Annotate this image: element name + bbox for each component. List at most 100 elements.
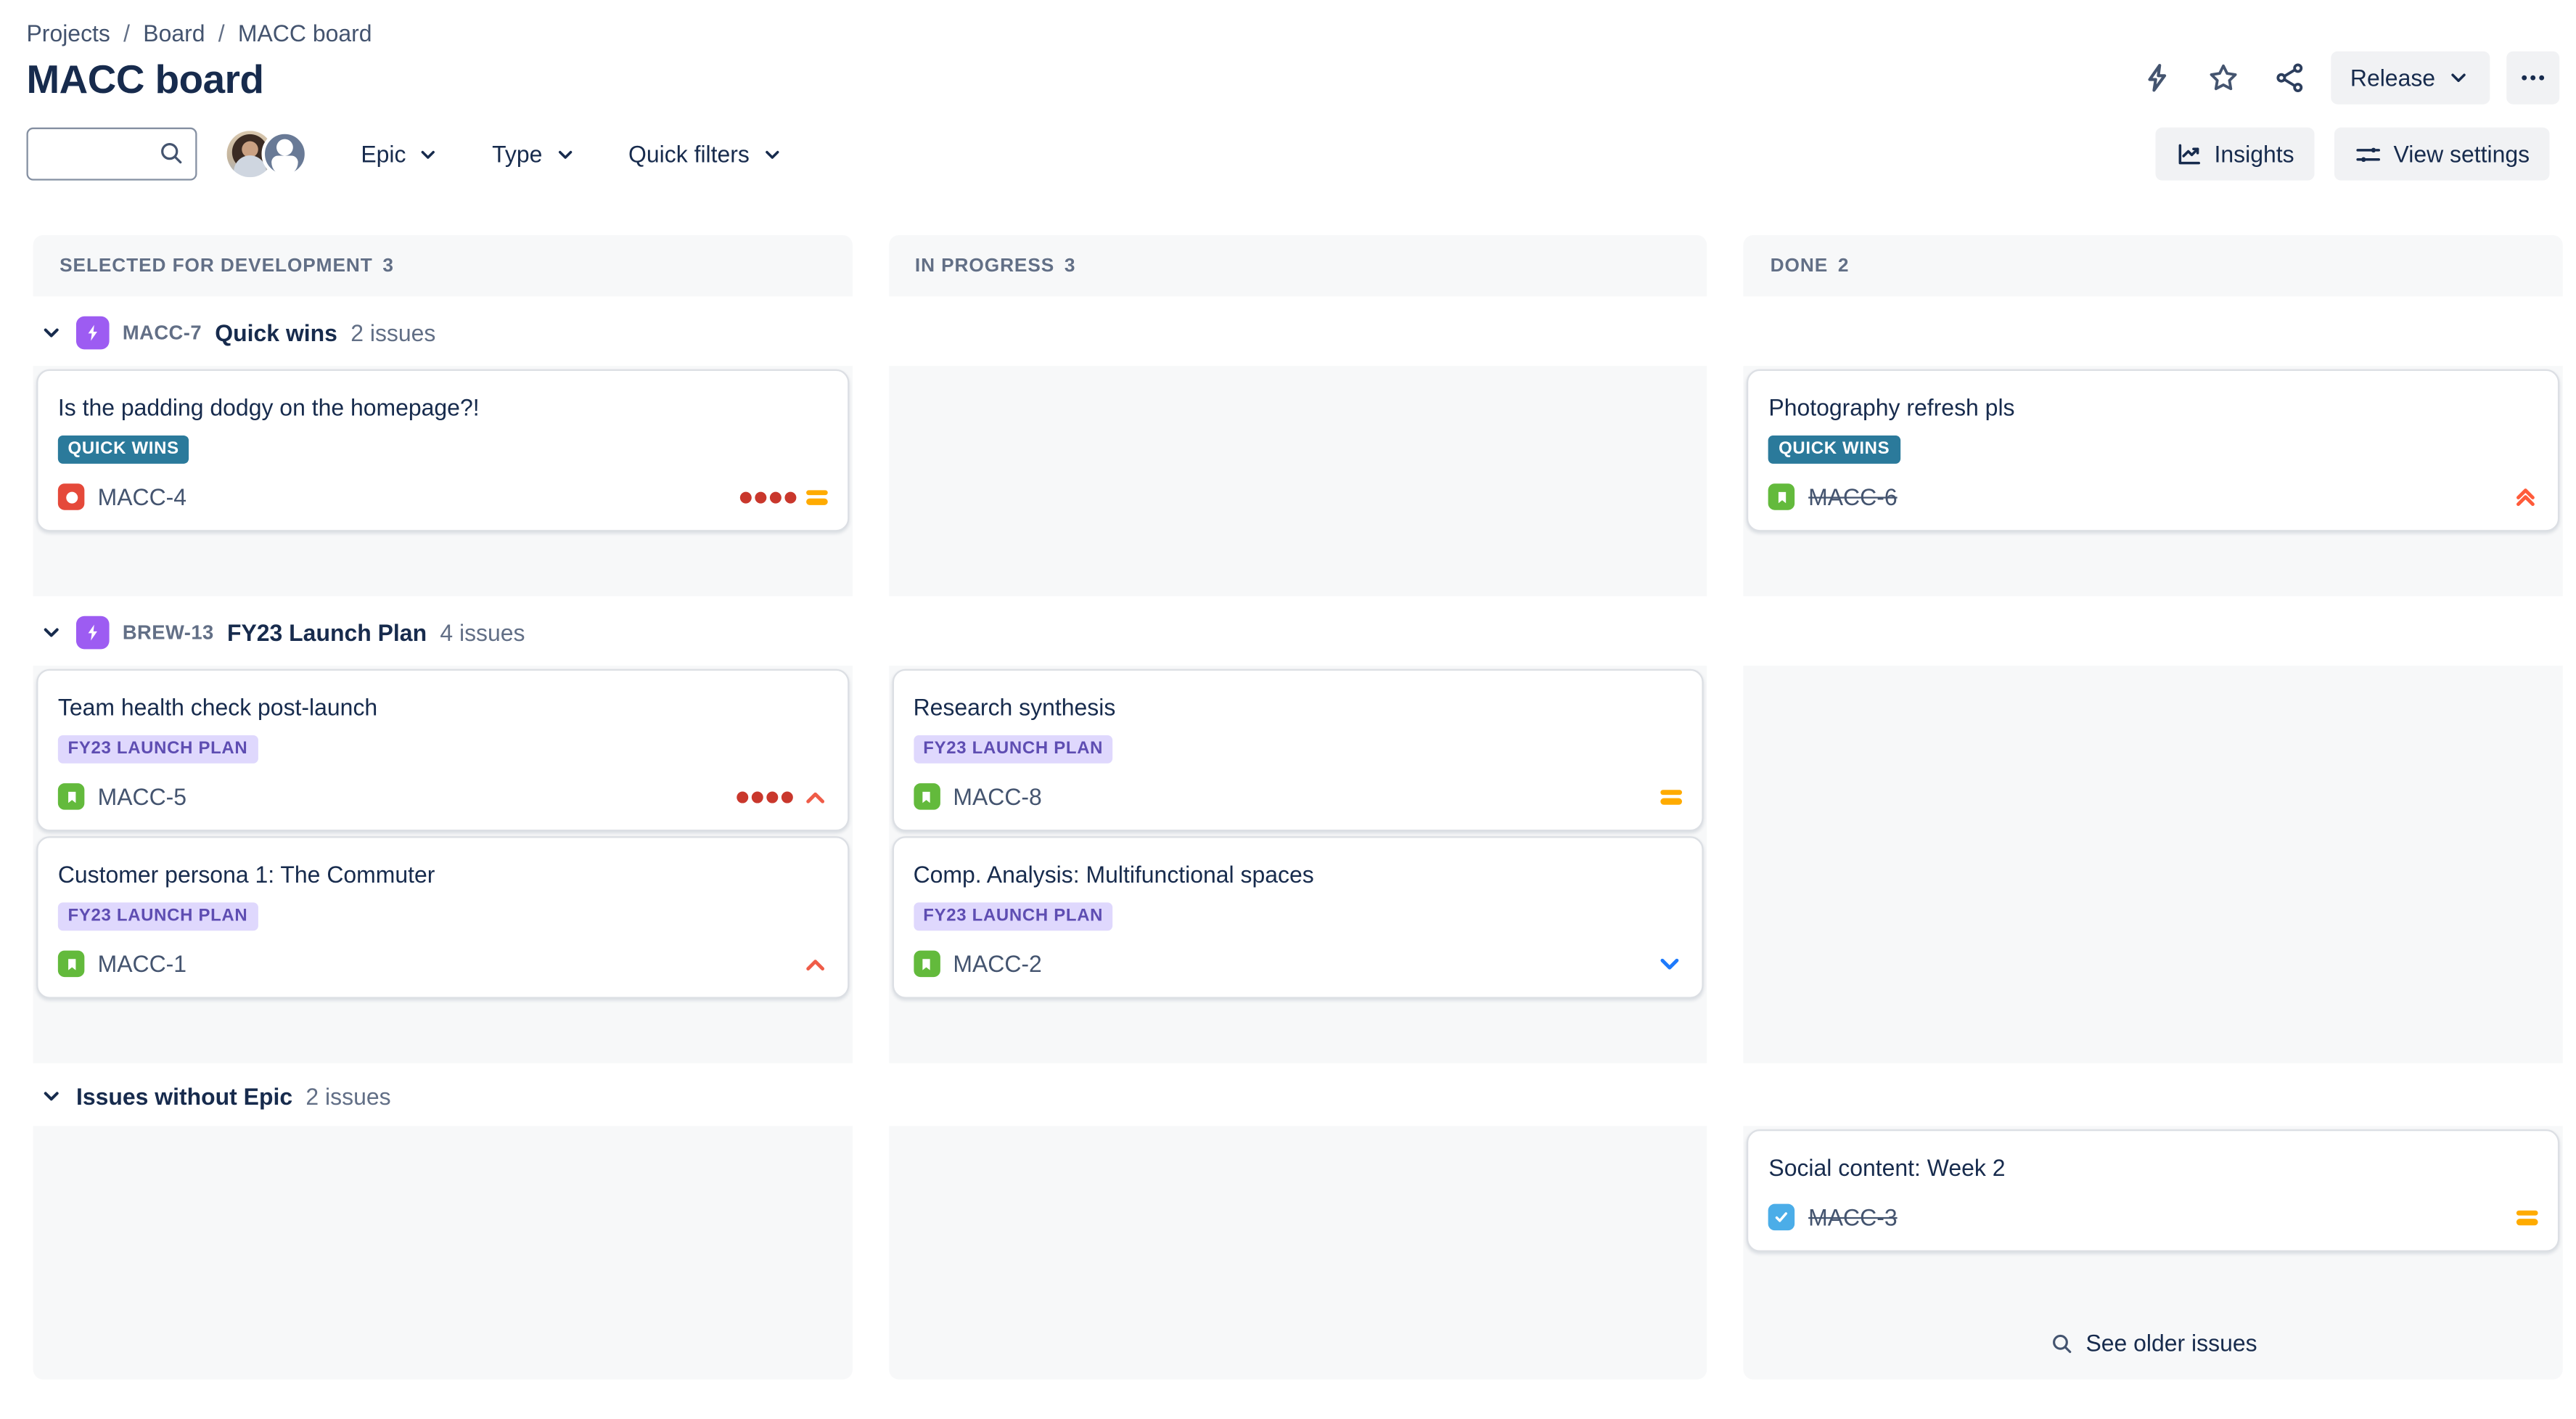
priority-low-icon (1658, 954, 1683, 973)
view-settings-button[interactable]: View settings (2334, 127, 2550, 181)
days-in-column-dots (736, 790, 793, 803)
share-icon (2273, 61, 2306, 94)
swimlane-header-issues-without-epic: Issues without Epic 2 issues (33, 1063, 2563, 1126)
swimlane-name: Issues without Epic (75, 1083, 293, 1110)
search-input[interactable] (26, 127, 197, 181)
issue-key: MACC-1 (97, 950, 187, 978)
search-box (26, 127, 197, 181)
type-filter-dropdown[interactable]: Type (492, 141, 575, 167)
issue-card-macc-3[interactable]: Social content: Week 2 MACC-3 (1747, 1129, 2560, 1252)
column-name: IN PROGRESS (914, 255, 1055, 276)
swimlane-header-fy23-launch-plan: BREW-13 FY23 Launch Plan 4 issues (33, 596, 2563, 666)
card-footer: MACC-8 (913, 783, 1683, 810)
issue-title: Team health check post-launch (57, 693, 378, 721)
issue-card-macc-5[interactable]: Team health check post-launch FY23 LAUNC… (36, 668, 849, 832)
more-actions-button[interactable] (2506, 51, 2560, 105)
swimlane-issue-count: 2 issues (305, 1083, 391, 1110)
issue-card-macc-8[interactable]: Research synthesis FY23 LAUNCH PLAN MACC… (891, 668, 1705, 832)
label-badge-quick-wins: QUICK WINS (57, 435, 189, 464)
label-badge-quick-wins: QUICK WINS (1768, 435, 1900, 464)
issue-title: Customer persona 1: The Commuter (57, 861, 435, 888)
priority-medium-icon (2516, 1209, 2538, 1225)
quick-add-button[interactable] (2132, 53, 2181, 102)
epic-icon (75, 316, 110, 350)
story-icon (1768, 483, 1795, 510)
issue-title: Social content: Week 2 (1768, 1154, 2006, 1181)
board-page: Projects / Board / MACC board MACC board (0, 0, 2576, 1419)
column-name: SELECTED FOR DEVELOPMENT (60, 255, 373, 276)
story-icon (913, 783, 940, 810)
toolbar-right: Insights View settings (2154, 127, 2550, 181)
quick-filters-label: Quick filters (628, 140, 750, 168)
quick-filters-dropdown[interactable]: Quick filters (628, 140, 783, 168)
insights-button-label: Insights (2214, 140, 2294, 168)
chevron-down-icon[interactable] (40, 621, 63, 645)
lightning-icon (2140, 61, 2173, 94)
issue-key: MACC-5 (97, 783, 187, 810)
cell-selected-no-epic (33, 1126, 853, 1380)
column-header-done: DONE 2 (1744, 234, 2563, 297)
cell-inprogress-quick-wins (888, 366, 1707, 597)
priority-high-icon (803, 788, 827, 806)
issue-key: MACC-4 (97, 483, 187, 510)
breadcrumb-projects[interactable]: Projects (27, 20, 110, 46)
label-badge-fy23-launch-plan: FY23 LAUNCH PLAN (913, 735, 1113, 764)
epic-filter-dropdown[interactable]: Epic (361, 140, 439, 168)
story-icon (57, 950, 85, 978)
chevron-down-icon (2447, 66, 2470, 89)
breadcrumb-current[interactable]: MACC board (238, 20, 372, 46)
swimlane-epic-key[interactable]: MACC-7 (123, 322, 202, 345)
member-avatars (226, 131, 308, 178)
page-header: Projects / Board / MACC board MACC board (0, 0, 2576, 105)
cell-inprogress-no-epic (888, 1126, 1707, 1380)
epic-icon (75, 616, 110, 650)
insights-icon (2175, 140, 2203, 168)
cell-selected-fy23: Team health check post-launch FY23 LAUNC… (33, 666, 853, 1063)
see-older-issues-label: See older issues (2085, 1330, 2257, 1357)
cell-inprogress-fy23: Research synthesis FY23 LAUNCH PLAN MACC… (888, 666, 1707, 1063)
priority-highest-icon (2513, 485, 2538, 508)
chevron-down-icon[interactable] (40, 1084, 63, 1108)
swimlane-epic-name: FY23 Launch Plan (226, 619, 427, 646)
star-icon (2206, 61, 2239, 94)
see-older-issues-button[interactable]: See older issues (2049, 1330, 2257, 1357)
chevron-down-icon (761, 143, 783, 165)
unassigned-avatar[interactable] (261, 131, 308, 178)
issue-card-macc-1[interactable]: Customer persona 1: The Commuter FY23 LA… (36, 836, 849, 999)
board-toolbar: Epic Type Quick filters Insights View se… (0, 127, 2576, 181)
issue-card-macc-6[interactable]: Photography refresh pls QUICK WINS MACC-… (1747, 369, 2560, 532)
issue-card-macc-4[interactable]: Is the padding dodgy on the homepage?! Q… (36, 369, 849, 532)
epic-filter-label: Epic (361, 140, 406, 168)
priority-medium-icon (805, 489, 827, 504)
card-footer: MACC-6 (1768, 483, 2538, 510)
column-count: 3 (382, 255, 394, 276)
cell-done-no-epic: Social content: Week 2 MACC-3 See older … (1744, 1126, 2563, 1380)
share-button[interactable] (2264, 53, 2313, 102)
label-badge-fy23-launch-plan: FY23 LAUNCH PLAN (57, 902, 258, 931)
task-icon (1768, 1203, 1795, 1231)
insights-button[interactable]: Insights (2154, 127, 2315, 181)
issue-card-macc-2[interactable]: Comp. Analysis: Multifunctional spaces F… (891, 836, 1705, 999)
view-settings-button-label: View settings (2393, 140, 2530, 168)
cell-done-fy23 (1744, 666, 2563, 1063)
card-footer: MACC-2 (913, 950, 1683, 978)
breadcrumb-board[interactable]: Board (143, 20, 205, 46)
label-badge-fy23-launch-plan: FY23 LAUNCH PLAN (913, 902, 1113, 931)
issue-title: Research synthesis (913, 693, 1116, 721)
issue-key: MACC-3 (1808, 1203, 1898, 1231)
favourite-button[interactable] (2198, 53, 2247, 102)
priority-high-icon (803, 954, 827, 973)
swimlane-epic-key[interactable]: BREW-13 (123, 621, 214, 645)
chevron-down-icon[interactable] (40, 322, 63, 345)
header-actions: Release (2132, 51, 2560, 105)
priority-medium-icon (1661, 789, 1683, 804)
issue-key: MACC-2 (953, 950, 1042, 978)
chevron-down-icon (554, 143, 575, 165)
label-badge-fy23-launch-plan: FY23 LAUNCH PLAN (57, 735, 258, 764)
breadcrumb: Projects / Board / MACC board (27, 20, 2550, 46)
cell-done-quick-wins: Photography refresh pls QUICK WINS MACC-… (1744, 366, 2563, 597)
cell-selected-quick-wins: Is the padding dodgy on the homepage?! Q… (33, 366, 853, 597)
breadcrumb-separator: / (218, 20, 225, 46)
release-button[interactable]: Release (2330, 51, 2490, 105)
issue-title: Photography refresh pls (1768, 393, 2015, 421)
